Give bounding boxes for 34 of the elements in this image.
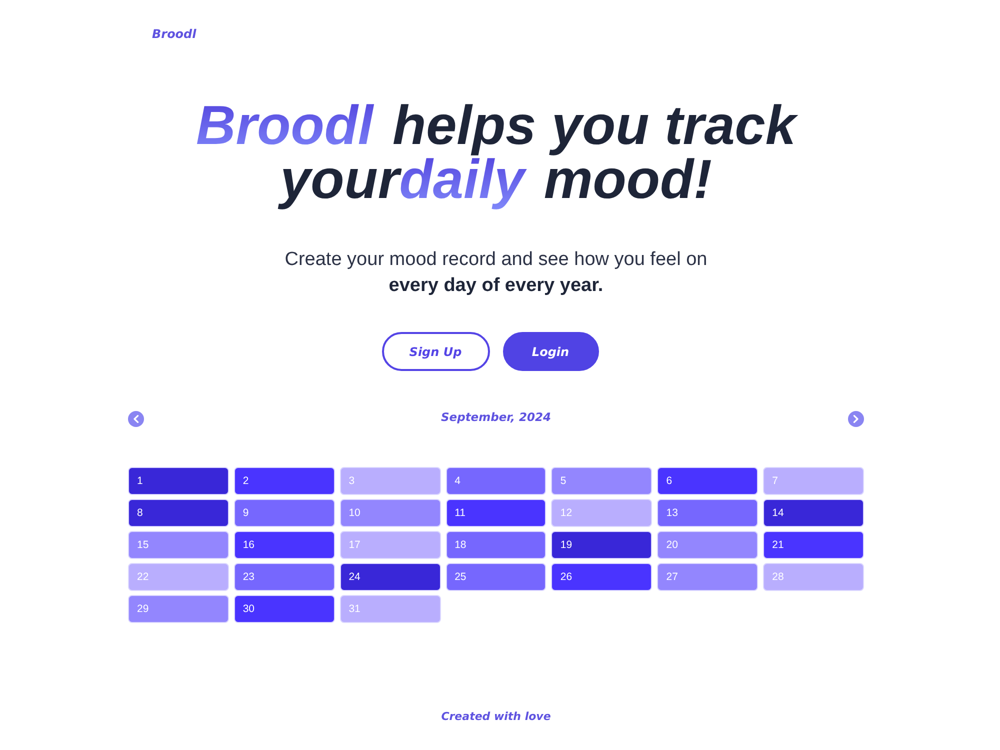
calendar-day[interactable]: 1 xyxy=(128,467,229,495)
calendar-day[interactable]: 2 xyxy=(234,467,335,495)
next-month-button[interactable] xyxy=(848,411,864,427)
calendar-day[interactable]: 19 xyxy=(551,531,652,559)
calendar-day[interactable]: 23 xyxy=(234,563,335,591)
calendar-day[interactable]: 30 xyxy=(234,595,335,623)
calendar-day[interactable]: 13 xyxy=(657,499,758,527)
calendar-day[interactable]: 25 xyxy=(446,563,546,591)
calendar-day[interactable]: 9 xyxy=(234,499,335,527)
month-title: September, 2024 xyxy=(441,410,551,424)
calendar-day[interactable]: 21 xyxy=(763,531,864,559)
calendar-day[interactable]: 8 xyxy=(128,499,229,527)
calendar-day[interactable]: 27 xyxy=(657,563,758,591)
calendar-day[interactable]: 5 xyxy=(551,467,652,495)
calendar-day[interactable]: 18 xyxy=(446,531,546,559)
calendar-day[interactable]: 14 xyxy=(763,499,864,527)
previous-month-button[interactable] xyxy=(128,411,144,427)
calendar-day[interactable]: 11 xyxy=(446,499,546,527)
calendar-day[interactable]: 29 xyxy=(128,595,229,623)
calendar-day[interactable]: 20 xyxy=(657,531,758,559)
login-button[interactable]: Login xyxy=(502,332,598,371)
calendar-day[interactable]: 10 xyxy=(340,499,441,527)
calendar-day[interactable]: 26 xyxy=(551,563,652,591)
sign-up-button[interactable]: Sign Up xyxy=(382,332,490,371)
calendar-day[interactable]: 24 xyxy=(340,563,441,591)
calendar-day[interactable]: 15 xyxy=(128,531,229,559)
hero-subtitle: Create your mood record and see how you feel on every day of every year. xyxy=(284,248,708,298)
chevron-right-icon xyxy=(853,415,859,423)
calendar-day[interactable]: 16 xyxy=(234,531,335,559)
footer-text: Created with love xyxy=(441,710,551,723)
logo-link[interactable]: Broodl xyxy=(152,26,196,42)
calendar-day[interactable]: 4 xyxy=(446,467,546,495)
calendar-day[interactable]: 6 xyxy=(657,467,758,495)
chevron-left-icon xyxy=(133,415,139,423)
